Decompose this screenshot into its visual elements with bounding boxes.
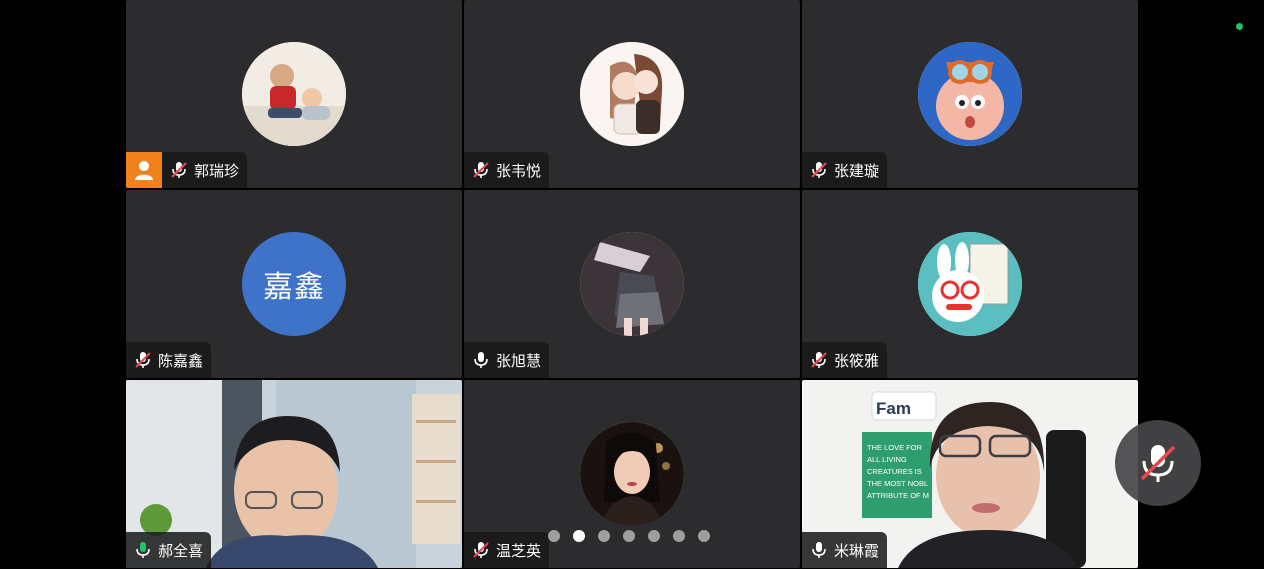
page-dot[interactable] xyxy=(548,530,560,542)
page-dot[interactable] xyxy=(673,530,685,542)
page-dot[interactable] xyxy=(573,530,585,542)
participant-avatar xyxy=(580,42,684,146)
mic-speaking-icon xyxy=(136,542,150,558)
mic-muted-icon xyxy=(811,352,827,368)
person-icon xyxy=(135,161,153,180)
participant-nametag: 温芝英 xyxy=(464,532,550,568)
participant-name: 张旭慧 xyxy=(496,351,542,370)
participant-nametag: 郝全喜 xyxy=(126,532,212,568)
participant-name: 米琳霞 xyxy=(834,541,880,560)
page-dot[interactable] xyxy=(598,530,610,542)
participant-tile[interactable]: Fam THE LOVE FOR ALL LIVING CREATURES IS… xyxy=(802,380,1138,568)
poster-heading: Fam xyxy=(876,399,911,418)
participant-tile[interactable]: 张筱雅 xyxy=(802,190,1138,378)
floating-mute-button[interactable] xyxy=(1115,420,1201,506)
participant-name: 张建璇 xyxy=(834,161,880,180)
poster-line: ATTRIBUTE OF M xyxy=(867,491,929,500)
participant-tile[interactable]: 郭瑞珍 xyxy=(126,0,462,188)
participant-tile[interactable]: 张建璇 xyxy=(802,0,1138,188)
participant-name: 张筱雅 xyxy=(834,351,880,370)
mic-muted-icon xyxy=(1140,445,1176,482)
page-dot[interactable] xyxy=(623,530,635,542)
participant-name: 陈嘉鑫 xyxy=(158,351,204,370)
mic-muted-icon xyxy=(473,542,489,558)
mic-muted-icon xyxy=(473,162,489,178)
mic-muted-icon xyxy=(171,162,187,178)
participant-nametag: 张韦悦 xyxy=(464,152,550,188)
participant-avatar xyxy=(918,42,1022,146)
participant-avatar-text: 嘉鑫 xyxy=(242,232,346,336)
participant-tile[interactable]: 张旭慧 xyxy=(464,190,800,378)
participant-nametag: 陈嘉鑫 xyxy=(126,342,212,378)
poster-line: ALL LIVING xyxy=(867,455,907,464)
participant-nametag: 张建璇 xyxy=(802,152,888,188)
participant-avatar xyxy=(580,232,684,336)
mic-icon xyxy=(812,542,826,558)
mic-muted-icon xyxy=(811,162,827,178)
poster-line: CREATURES IS xyxy=(867,467,922,476)
meeting-gallery-view: 郭瑞珍 张韦悦 张建璇 嘉鑫 陈嘉鑫 张旭慧 张筱雅 郝全喜 温芝英 Fam T… xyxy=(0,0,1264,569)
participant-tile-active-speaker[interactable]: 郝全喜 xyxy=(126,380,462,568)
page-indicator[interactable] xyxy=(548,530,710,542)
mic-icon xyxy=(474,352,488,368)
self-indicator-badge xyxy=(126,152,162,188)
participant-avatar xyxy=(580,422,684,526)
participant-nametag: 张旭慧 xyxy=(464,342,550,378)
participant-nametag: 张筱雅 xyxy=(802,342,888,378)
participant-name: 郝全喜 xyxy=(158,541,204,560)
participant-tile[interactable]: 张韦悦 xyxy=(464,0,800,188)
participant-avatar xyxy=(918,232,1022,336)
mic-muted-icon xyxy=(135,352,151,368)
poster-line: THE LOVE FOR xyxy=(867,443,923,452)
participant-name: 张韦悦 xyxy=(496,161,542,180)
participant-tile[interactable]: 嘉鑫 陈嘉鑫 xyxy=(126,190,462,378)
status-indicator xyxy=(1236,23,1243,30)
page-dot[interactable] xyxy=(648,530,660,542)
poster-line: THE MOST NOBL xyxy=(867,479,928,488)
page-dot[interactable] xyxy=(698,530,710,542)
participant-nametag: 郭瑞珍 xyxy=(162,152,248,188)
participant-grid: 郭瑞珍 张韦悦 张建璇 嘉鑫 陈嘉鑫 张旭慧 张筱雅 郝全喜 温芝英 Fam T… xyxy=(126,0,1138,569)
participant-name: 郭瑞珍 xyxy=(194,161,240,180)
participant-nametag: 米琳霞 xyxy=(802,532,888,568)
participant-name: 温芝英 xyxy=(496,541,542,560)
participant-avatar xyxy=(242,42,346,146)
